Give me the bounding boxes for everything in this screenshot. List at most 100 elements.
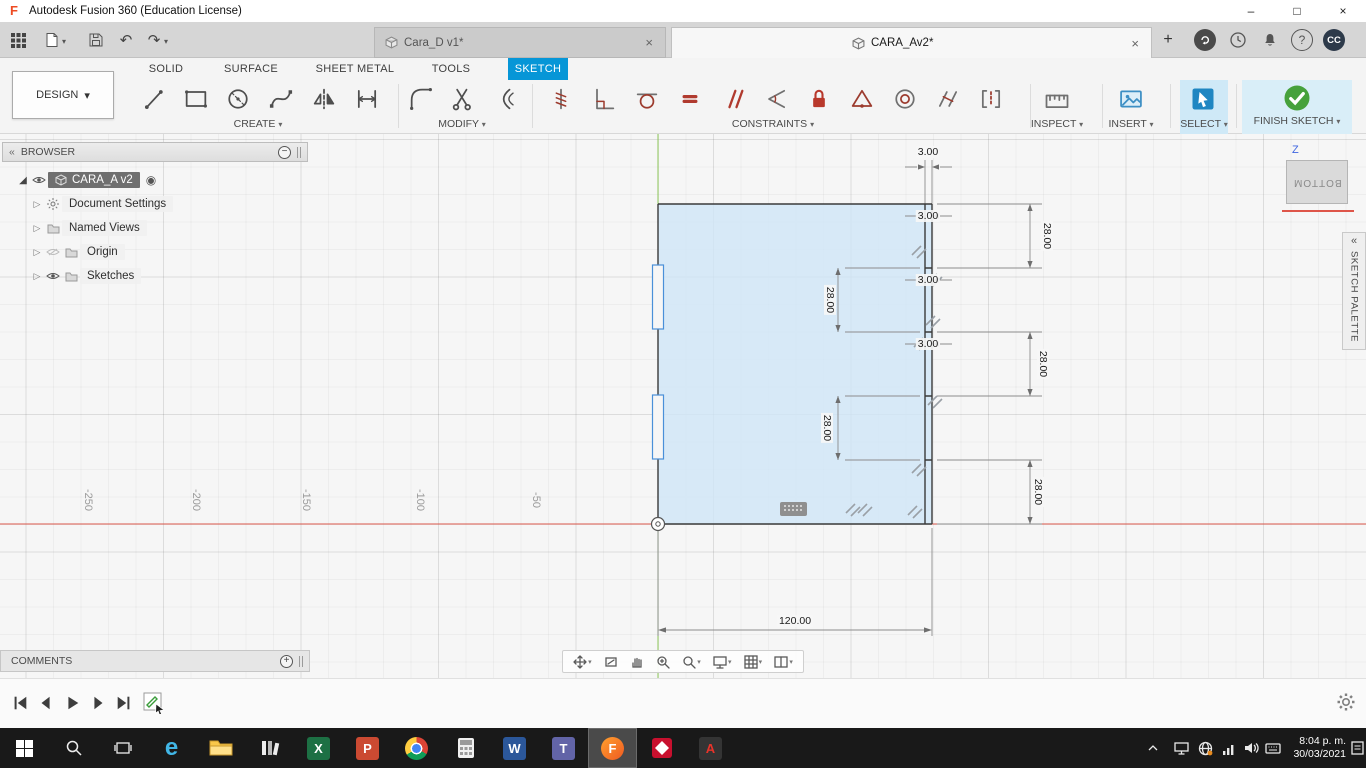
dimension-label[interactable]: 120.00 [776, 615, 814, 627]
taskbar-search-button[interactable] [49, 728, 98, 768]
line-tool-icon[interactable] [137, 81, 173, 117]
tab-close-icon[interactable]: × [1129, 36, 1141, 51]
fix-lock-constraint-icon[interactable] [801, 81, 837, 117]
equal-constraint-icon[interactable] [672, 81, 708, 117]
comments-expand-icon[interactable]: + [280, 654, 293, 668]
rectangle-tool-icon[interactable] [178, 81, 214, 117]
powerpoint-taskbar-icon[interactable]: P [343, 728, 392, 768]
browser-row-document-settings[interactable]: ▷ Document Settings [2, 192, 308, 216]
fillet-tool-icon[interactable] [403, 81, 439, 117]
task-view-button[interactable] [98, 728, 147, 768]
document-tab-inactive[interactable]: Cara_D v1* × [374, 27, 666, 58]
timeline-settings-gear-icon[interactable] [1336, 692, 1356, 715]
app-grid-menu-icon[interactable] [8, 30, 28, 50]
taskbar-clock[interactable]: 8:04 p. m. 30/03/2021 [1284, 728, 1346, 768]
teams-taskbar-icon[interactable]: T [539, 728, 588, 768]
origin-point[interactable] [650, 516, 666, 532]
action-center-icon[interactable] [1348, 728, 1366, 768]
browser-collapse-all-icon[interactable]: − [278, 145, 291, 159]
collinear-constraint-icon[interactable] [758, 81, 794, 117]
group-select[interactable]: SELECT ▾ [1174, 118, 1234, 132]
file-explorer-taskbar-icon[interactable] [196, 728, 245, 768]
collapse-panel-icon[interactable]: « [9, 146, 15, 158]
curvature-constraint-icon[interactable] [973, 81, 1009, 117]
look-at-button[interactable] [604, 655, 618, 669]
expand-palette-icon[interactable]: « [1351, 233, 1357, 249]
group-inspect[interactable]: INSPECT ▾ [1017, 118, 1097, 132]
timeline-skip-end-button[interactable] [112, 691, 136, 715]
mirror-tool-icon[interactable] [306, 81, 342, 117]
dimension-label[interactable]: 3.00 [915, 274, 941, 286]
grid-settings-button[interactable]: ▾ [744, 654, 762, 669]
display-settings-button[interactable]: ▾ [713, 655, 731, 669]
word-taskbar-icon[interactable]: W [490, 728, 539, 768]
dimension-label[interactable]: 28.00 [1037, 348, 1049, 380]
hidden-icons-chevron[interactable] [1142, 728, 1164, 768]
panel-grip[interactable] [299, 655, 303, 667]
timeline-step-back-button[interactable] [34, 691, 58, 715]
tray-display-icon[interactable] [1170, 728, 1192, 768]
timeline-step-forward-button[interactable] [86, 691, 110, 715]
canvas-viewport[interactable]: -250 -200 -150 -100 -50 3.00 3.00 3.00 3.00 28.0… [0, 134, 1366, 678]
group-constraints[interactable]: CONSTRAINTS ▾ [713, 118, 833, 132]
chrome-taskbar-icon[interactable] [392, 728, 441, 768]
dimension-label[interactable]: 28.00 [824, 284, 836, 316]
measure-tool-icon[interactable] [1039, 81, 1075, 117]
notification-clock-icon[interactable] [1227, 29, 1249, 51]
group-create[interactable]: CREATE ▾ [200, 118, 316, 132]
tab-surface[interactable]: SURFACE [214, 58, 288, 80]
redo-button[interactable]: ↷ [144, 30, 164, 50]
offset-tool-icon[interactable] [488, 81, 524, 117]
dimension-label[interactable]: 3.00 [915, 210, 941, 222]
document-tab-active[interactable]: CARA_Av2* × [671, 27, 1152, 58]
user-avatar[interactable]: CC [1323, 29, 1345, 51]
redo-caret-icon[interactable]: ▾ [164, 37, 168, 46]
midpoint-constraint-icon[interactable] [844, 81, 880, 117]
start-button[interactable] [0, 728, 49, 768]
expand-caret-icon[interactable]: ▷ [30, 223, 44, 234]
help-icon[interactable]: ? [1291, 29, 1313, 51]
visibility-eye-icon[interactable] [30, 175, 48, 185]
spline-tool-icon[interactable] [263, 81, 299, 117]
browser-row-named-views[interactable]: ▷ Named Views [2, 216, 308, 240]
tab-sketch[interactable]: SKETCH [508, 58, 568, 80]
zoom-window-button[interactable]: ▾ [682, 655, 701, 669]
maximize-button[interactable]: □ [1274, 0, 1320, 22]
view-cube[interactable]: BOTTOM [1286, 160, 1348, 204]
browser-row-origin[interactable]: ▷ Origin [2, 240, 308, 264]
browser-row-sketches[interactable]: ▷ Sketches [2, 264, 308, 288]
acrobat-taskbar-icon[interactable]: A [686, 728, 735, 768]
close-button[interactable]: × [1320, 0, 1366, 22]
excel-taskbar-icon[interactable]: X [294, 728, 343, 768]
view-cube-face-label[interactable]: BOTTOM [1293, 177, 1342, 188]
edge-taskbar-icon[interactable]: e [147, 728, 196, 768]
timeline-skip-start-button[interactable] [8, 691, 32, 715]
tangent-constraint-icon[interactable] [629, 81, 665, 117]
sketch-profile-fill[interactable] [658, 204, 932, 524]
visibility-eye-off-icon[interactable] [44, 247, 62, 257]
trim-tool-icon[interactable] [445, 81, 481, 117]
save-button[interactable] [86, 30, 106, 50]
comments-panel[interactable]: COMMENTS + [0, 650, 310, 672]
tab-close-icon[interactable]: × [643, 35, 655, 50]
circle-tool-icon[interactable] [220, 81, 256, 117]
tab-solid[interactable]: SOLID [140, 58, 192, 80]
timeline-play-button[interactable] [60, 691, 84, 715]
pan-button[interactable]: ▾ [573, 654, 592, 669]
group-modify[interactable]: MODIFY ▾ [410, 118, 514, 132]
visibility-eye-icon[interactable] [44, 271, 62, 281]
insert-image-icon[interactable] [1113, 81, 1149, 117]
tray-signal-bars-icon[interactable] [1218, 728, 1240, 768]
parallel-constraint-icon[interactable] [715, 81, 751, 117]
job-status-icon[interactable] [1194, 29, 1216, 51]
sketch-palette-tab[interactable]: « SKETCH PALETTE [1342, 232, 1366, 350]
dimension-label[interactable]: 3.00 [915, 146, 941, 158]
timeline-sketch-feature[interactable] [142, 691, 166, 715]
tab-tools[interactable]: TOOLS [424, 58, 478, 80]
perpendicular-constraint-icon[interactable] [586, 81, 622, 117]
dimension-label[interactable]: 28.00 [821, 412, 833, 444]
minimize-button[interactable]: – [1228, 0, 1274, 22]
sketch-notch[interactable] [651, 394, 665, 460]
sketch-notch[interactable] [651, 264, 665, 330]
panel-grip[interactable] [297, 146, 301, 158]
